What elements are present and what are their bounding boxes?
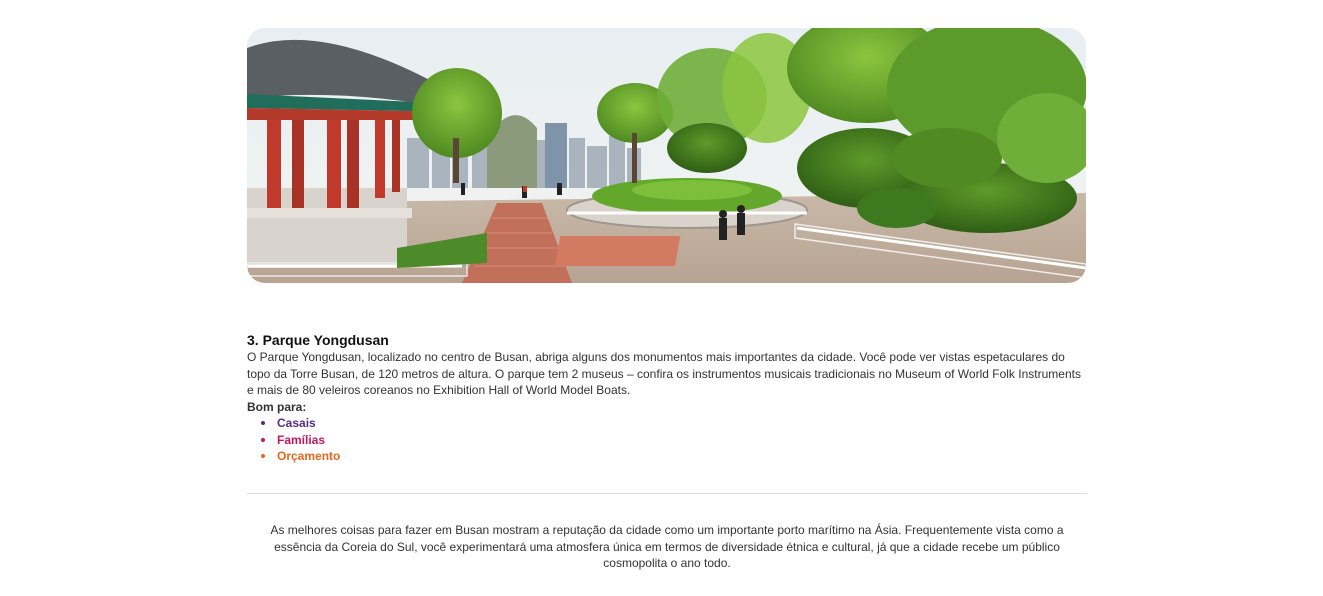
attraction-section: 3. Parque Yongdusan O Parque Yongdusan, … [247,28,1087,465]
bullet-icon [261,437,265,442]
tag-label: Orçamento [277,449,341,463]
footer-summary: As melhores coisas para fazer em Busan m… [270,523,1064,571]
bullet-icon [261,454,265,459]
tag-label: Famílias [277,432,326,447]
tag-budget[interactable]: Orçamento [261,448,1087,465]
attraction-photo[interactable] [247,28,1086,283]
section-divider [247,493,1087,494]
attraction-description: O Parque Yongdusan, localizado no centro… [247,350,1081,397]
tag-label: Casais [277,416,316,430]
bullet-icon [261,421,265,426]
good-for-label: Bom para: [247,399,307,414]
attraction-title: 3. Parque Yongdusan [247,332,389,348]
tag-families[interactable]: Famílias [261,432,1087,449]
tag-couples[interactable]: Casais [261,415,1087,432]
park-photo-illustration [247,28,1086,283]
good-for-list: Casais Famílias Orçamento [247,415,1087,465]
